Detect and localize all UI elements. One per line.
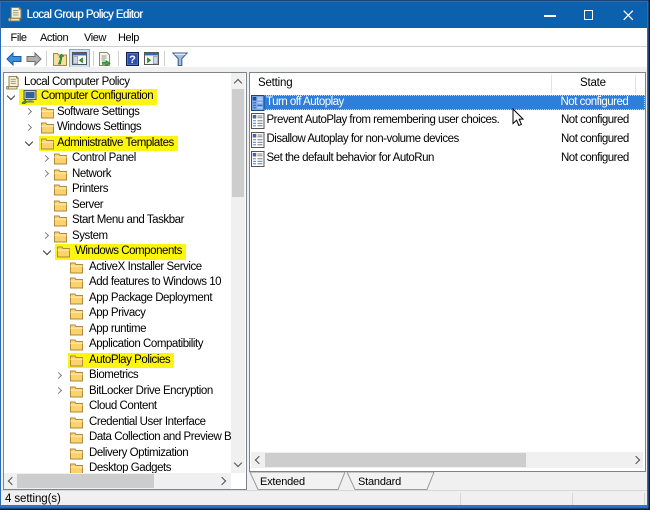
svg-text:Standard: Standard: [358, 476, 401, 488]
svg-text:?: ?: [129, 54, 136, 66]
svg-text:Extended: Extended: [260, 476, 305, 488]
